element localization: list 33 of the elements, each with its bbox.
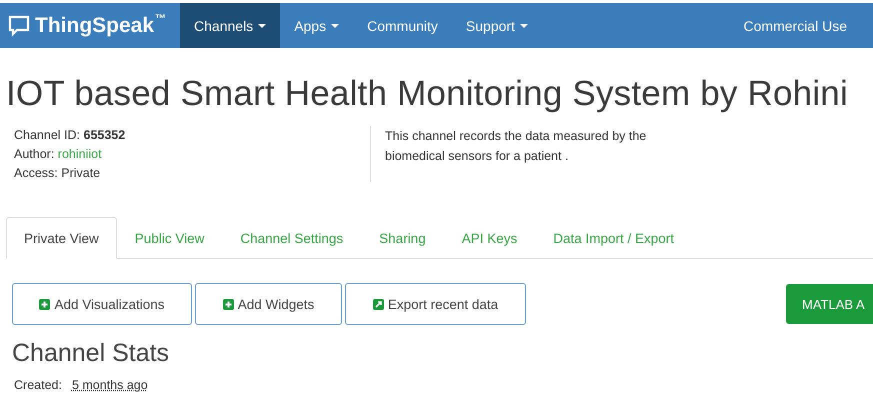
channel-id: Channel ID: 655352 <box>14 128 126 142</box>
action-button[interactable]: Add Visualizations <box>12 283 192 325</box>
plus-icon <box>222 298 234 310</box>
channel-title: IOT based Smart Health Monitoring System by Rohini <box>6 74 849 114</box>
nav-link[interactable]: Commercial Use <box>744 3 873 48</box>
channel-description: This channel records the data measured by the biomedical sensors for a patient . <box>370 126 695 182</box>
tab[interactable]: Sharing <box>361 217 444 259</box>
caret-icon <box>520 24 528 28</box>
brand-name[interactable]: ThingSpeak <box>35 14 154 38</box>
section-heading: Channel Stats <box>12 339 170 368</box>
author: Author: rohiniiot <box>14 147 103 161</box>
chat-bubble-icon <box>8 14 30 36</box>
author-link[interactable]: rohiniiot <box>58 147 102 161</box>
tab[interactable]: API Keys <box>444 217 536 259</box>
tab[interactable]: Private View <box>6 217 117 259</box>
tab[interactable]: Data Import / Export <box>535 217 692 259</box>
created-label: Created: <box>14 378 62 392</box>
matlab-button[interactable]: MATLAB A <box>786 284 873 324</box>
nav-menu-item[interactable]: Community <box>353 3 452 48</box>
access-level: Access: Private <box>14 166 102 180</box>
action-button[interactable]: Add Widgets <box>195 283 342 325</box>
nav-menu-item[interactable]: Channels <box>180 3 280 48</box>
trademark: ™ <box>155 13 166 25</box>
export-icon <box>372 298 384 310</box>
tab[interactable]: Public View <box>116 217 222 259</box>
action-button[interactable]: Export recent data <box>345 283 526 325</box>
tab[interactable]: Channel Settings <box>222 217 362 259</box>
plus-icon <box>39 298 50 310</box>
caret-icon <box>258 24 266 28</box>
nav-menu-item[interactable]: Apps <box>280 3 354 48</box>
created-date: 5 months ago <box>72 378 148 392</box>
caret-icon <box>331 24 340 28</box>
nav-menu-item[interactable]: Support <box>452 3 542 48</box>
